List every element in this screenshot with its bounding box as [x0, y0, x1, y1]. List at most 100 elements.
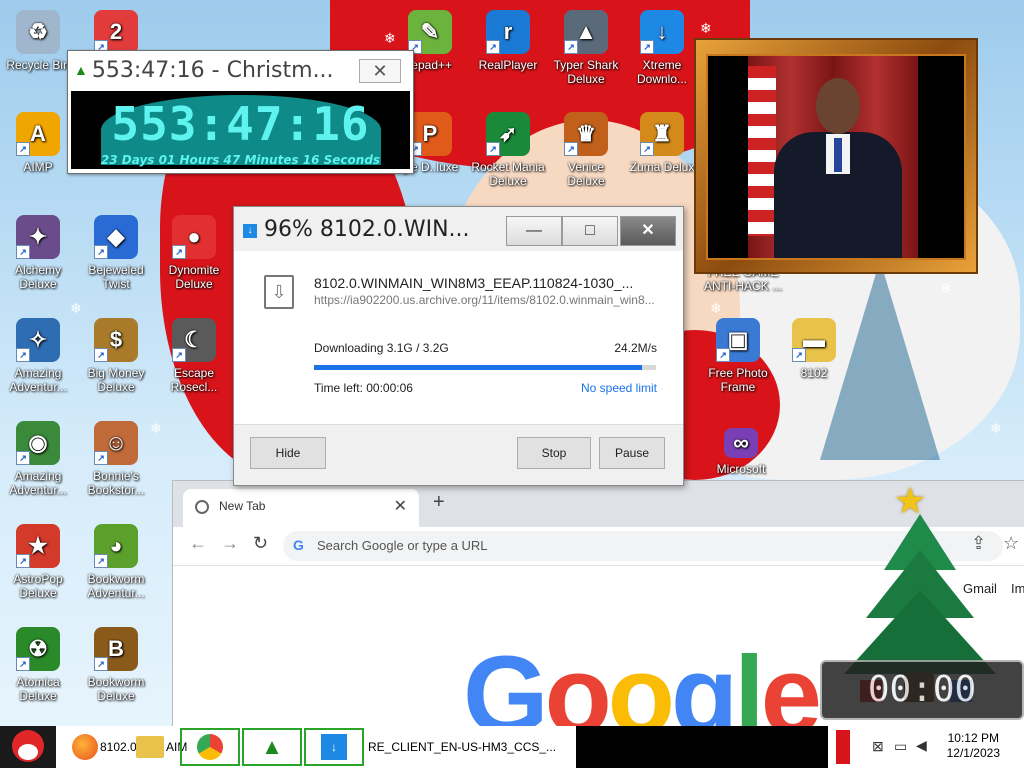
start-button[interactable] [0, 726, 56, 768]
clock[interactable]: 10:12 PM 12/1/2023 [947, 731, 1000, 761]
desktop-icon-label: RealPlayer [478, 58, 538, 72]
recycle-bin-icon: ♻ [16, 10, 60, 54]
desktop-icon[interactable]: ✧ ↗ Amazing Adventur... [0, 318, 76, 394]
desktop-icon-label: Bookworm Adventur... [87, 572, 145, 600]
desktop-icon[interactable]: ◕ ↗ Bookworm Adventur... [78, 524, 154, 600]
file-download-icon: ⇩ [264, 275, 294, 309]
tree-icon: ▲ [261, 734, 283, 759]
system-tray: ⊠ ▭ ◀ 10:12 PM 12/1/2023 [828, 726, 1024, 768]
download-titlebar[interactable]: ↓ 96% 8102.0.WIN... — □ ✕ [234, 207, 683, 251]
download-progress-bar [314, 365, 656, 370]
desktop-icon-label: Bejeweled Twist [88, 263, 144, 291]
shortcut-arrow-icon: ↗ [16, 451, 30, 465]
desktop-icon[interactable]: ➶ ↗ Rocket Mania Deluxe [470, 112, 546, 188]
shortcut-arrow-icon: ↗ [16, 348, 30, 362]
shortcut-arrow-icon: ↗ [94, 245, 108, 259]
tree-taskbar-button[interactable]: ▲ [242, 728, 302, 766]
desktop-icon[interactable]: ◉ ↗ Amazing Adventur... [0, 421, 76, 497]
new-tab-button[interactable]: + [433, 491, 445, 514]
hide-button[interactable]: Hide [250, 437, 326, 469]
desktop-icon-label: Typer Shark Deluxe [553, 58, 619, 86]
tab-close-button[interactable]: ✕ [394, 496, 407, 516]
compass-icon: ✧ ↗ [16, 318, 60, 362]
chrome-taskbar-button[interactable] [180, 728, 240, 766]
money-bag-icon: $ ↗ [94, 318, 138, 362]
desktop-icon[interactable]: r ↗ RealPlayer [470, 10, 546, 72]
desktop-icon-label: Rocket Mania Deluxe [471, 160, 545, 188]
desktop-icon[interactable]: ▲ ↗ Typer Shark Deluxe [548, 10, 624, 86]
desktop-icon[interactable]: A ↗ AIMP [0, 112, 76, 174]
firefox-icon[interactable] [72, 734, 98, 760]
realplayer-icon: r ↗ [486, 10, 530, 54]
countdown-close-button[interactable]: ✕ [359, 59, 401, 83]
globe-icon [195, 500, 209, 514]
desktop-icon[interactable]: ♜ ↗ Zuma Delux [624, 112, 700, 174]
desktop-icon[interactable]: ↓ ↗ Xtreme Downlo... [624, 10, 700, 86]
christmas-countdown-widget[interactable]: ▲ 553:47:16 - Christm... ✕ 553:47:16 23 … [67, 50, 414, 174]
pause-button[interactable]: Pause [599, 437, 665, 469]
egg-icon: ● ↗ [172, 215, 216, 259]
network-icon[interactable]: ⊠ [872, 738, 884, 755]
shortcut-arrow-icon: ↗ [716, 348, 730, 362]
download-arrow-icon: ↓ ↗ [640, 10, 684, 54]
desktop-icon[interactable]: ☾ ↗ Escape Rosecl... [156, 318, 232, 394]
stop-button[interactable]: Stop [517, 437, 591, 469]
desktop-icon[interactable]: ▬ ↗ 8102 [776, 318, 852, 380]
search-input[interactable]: Search Google or type a URL [317, 538, 488, 553]
task-label-installer[interactable]: RE_CLIENT_EN-US-HM3_CCS_... [368, 740, 556, 754]
download-title: 96% 8102.0.WIN... [264, 217, 470, 242]
shortcut-arrow-icon: ↗ [94, 657, 108, 671]
desktop-icon[interactable]: ★ ↗ AstroPop Deluxe [0, 524, 76, 600]
desktop-icon[interactable]: B ↗ Bookworm Deluxe [78, 627, 154, 703]
desktop-icon[interactable]: ☢ ↗ Atomica Deluxe [0, 627, 76, 703]
downloader-taskbar-button[interactable]: ↓ [304, 728, 364, 766]
back-icon[interactable]: ← [189, 533, 207, 554]
desktop-icon-label: Bonnie's Bookstor... [87, 469, 145, 497]
photo-frame-widget[interactable] [694, 38, 978, 274]
forward-icon[interactable]: → [221, 533, 239, 554]
volume-icon[interactable]: ◀ [916, 737, 927, 754]
portrait-photo [706, 54, 966, 260]
desktop-icon[interactable]: ● ↗ Dynomite Deluxe [156, 215, 232, 291]
desktop-icon[interactable]: ◆ ↗ Bejeweled Twist [78, 215, 154, 291]
download-url: https://ia902200.us.archive.org/11/items… [314, 293, 655, 307]
desktop-icon[interactable]: $ ↗ Big Money Deluxe [78, 318, 154, 394]
desktop-icon-label: AIMP [23, 160, 53, 174]
desktop-icon-label: Amazing Adventur... [9, 366, 67, 394]
desktop-icon-microsoft[interactable]: ∞ Microsoft [706, 428, 776, 476]
book-icon: B ↗ [94, 627, 138, 671]
clock-time: 10:12 PM [947, 731, 999, 745]
shortcut-arrow-icon: ↗ [172, 245, 186, 259]
desktop-icon[interactable]: ▣ ↗ Free Photo Frame [700, 318, 776, 394]
desktop-icon[interactable]: ♛ ↗ Venice Deluxe [548, 112, 624, 188]
task-label-download[interactable]: 8102.0 [100, 740, 137, 754]
desktop-icon-label: tepad++ [407, 58, 453, 72]
aimp-icon: A ↗ [16, 112, 60, 156]
tray-red-marker [836, 730, 850, 764]
desktop-icon[interactable]: ♻ Recycle Bin [0, 10, 76, 72]
shortcut-arrow-icon: ↗ [16, 142, 30, 156]
desktop-icon-label: AstroPop Deluxe [13, 572, 63, 600]
countdown-time: 553:47:16 [111, 97, 370, 151]
desktop-icon[interactable]: ☺ ↗ Bonnie's Bookstor... [78, 421, 154, 497]
desktop-icon[interactable]: ✦ ↗ Alchemy Deluxe [0, 215, 76, 291]
desktop-icon-label: Xtreme Downlo... [636, 58, 688, 86]
minimize-button[interactable]: — [506, 216, 562, 246]
no-speed-limit-link[interactable]: No speed limit [581, 381, 657, 395]
tab-new-tab[interactable]: New Tab ✕ [183, 489, 419, 527]
close-button[interactable]: ✕ [620, 216, 676, 246]
countdown-title: 553:47:16 - Christm... [91, 57, 334, 83]
reload-icon[interactable]: ↻ [253, 533, 268, 554]
shortcut-arrow-icon: ↗ [640, 142, 654, 156]
download-dialog[interactable]: ↓ 96% 8102.0.WIN... — □ ✕ ⇩ 8102.0.WINMA… [233, 206, 684, 486]
astropop-icon: ★ ↗ [16, 524, 60, 568]
countdown-display: 553:47:16 23 Days 01 Hours 47 Minutes 16… [71, 91, 410, 169]
zuma-idol-icon: ♜ ↗ [640, 112, 684, 156]
maximize-button[interactable]: □ [562, 216, 618, 246]
desktop-icon-label: Alchemy Deluxe [14, 263, 61, 291]
desktop-icon-label: Amazing Adventur... [9, 469, 67, 497]
file-explorer-icon[interactable] [136, 736, 164, 758]
folder-icon: ▬ ↗ [792, 318, 836, 362]
bejeweled-icon: ◆ ↗ [94, 215, 138, 259]
battery-icon[interactable]: ▭ [894, 738, 907, 755]
